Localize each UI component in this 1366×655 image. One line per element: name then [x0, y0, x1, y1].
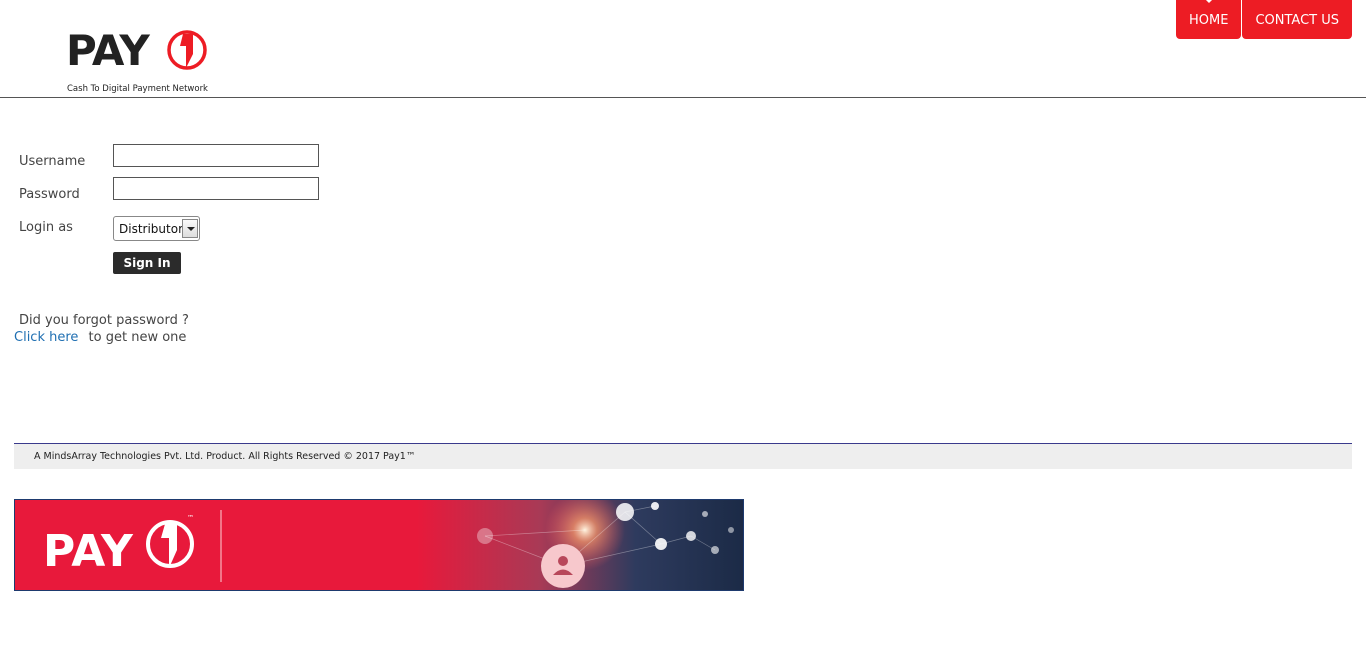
logo-wordmark: PAY: [66, 26, 150, 75]
login-as-select[interactable]: Distributor: [113, 216, 200, 241]
username-input[interactable]: [113, 144, 319, 167]
reset-suffix-text: to get new one: [88, 330, 187, 345]
top-nav: HOME CONTACT US: [1175, 0, 1352, 39]
logo-tagline: Cash To Digital Payment Network: [67, 84, 208, 94]
pay1-banner: PAY ™: [14, 499, 744, 591]
banner-trademark: ™: [187, 514, 194, 522]
nav-contact-label: CONTACT US: [1255, 13, 1339, 28]
site-header: PAY Cash To Digital Payment Network HOME…: [0, 0, 1366, 98]
banner-brand-text: PAY: [43, 526, 134, 577]
forgot-password-text: Did you forgot password ?: [19, 313, 189, 328]
click-here-link[interactable]: Click here: [14, 330, 78, 345]
logo-one-circle-icon: [167, 30, 207, 70]
sign-in-button[interactable]: Sign In: [113, 252, 181, 274]
pay1-logo[interactable]: PAY Cash To Digital Payment Network: [66, 24, 208, 96]
page-footer: A MindsArray Technologies Pvt. Ltd. Prod…: [14, 443, 1352, 469]
nav-home-label: HOME: [1188, 13, 1229, 28]
copyright-text: A MindsArray Technologies Pvt. Ltd. Prod…: [34, 451, 416, 462]
nav-home-button[interactable]: HOME: [1175, 0, 1242, 39]
nav-contact-button[interactable]: CONTACT US: [1242, 0, 1352, 39]
reset-password-line: Click here to get new one: [14, 330, 186, 345]
login-as-selected-value: Distributor: [119, 222, 184, 236]
nav-notch: [1205, 0, 1213, 4]
dropdown-arrow-icon[interactable]: [182, 219, 198, 238]
login-as-label: Login as: [19, 220, 73, 235]
password-input[interactable]: [113, 177, 319, 200]
username-label: Username: [19, 154, 86, 169]
password-label: Password: [19, 187, 80, 202]
banner-graphic: PAY ™: [15, 500, 743, 590]
